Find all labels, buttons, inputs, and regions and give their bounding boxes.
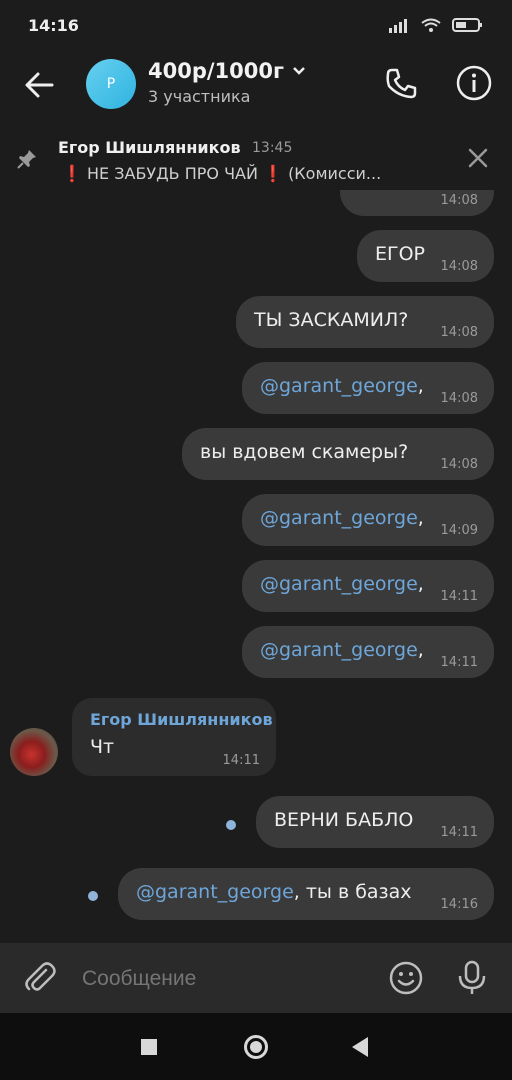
composer-bar (0, 943, 512, 1013)
battery-icon (452, 18, 482, 32)
unread-indicator (88, 891, 98, 901)
pinned-author: Егор Шишлянников (58, 138, 241, 157)
message-outgoing[interactable]: вы вдовем скамеры? 14:08 (182, 428, 494, 480)
message-outgoing[interactable]: @garant_george, 14:11 (242, 626, 494, 678)
message-time: 14:08 (440, 457, 478, 472)
chat-title: 400р/1000г (148, 59, 284, 83)
unread-indicator (226, 820, 236, 830)
message-text: , ты в базах (293, 881, 412, 903)
emoji-icon[interactable] (388, 960, 424, 996)
status-icons (388, 17, 484, 33)
message-text: , (417, 573, 424, 595)
wifi-icon (421, 18, 441, 32)
sender-avatar[interactable] (10, 728, 58, 776)
message-time: 14:16 (440, 897, 478, 912)
pinned-time: 13:45 (252, 140, 293, 156)
message-time: 14:09 (440, 523, 478, 538)
message-time: 14:08 (440, 391, 478, 406)
message-text: , (417, 639, 424, 661)
home-icon[interactable] (244, 1035, 268, 1059)
message-outgoing[interactable]: @garant_george, ты в базах 14:16 (118, 868, 494, 920)
message-outgoing[interactable]: @garant_george, 14:08 (242, 362, 494, 414)
chat-header: P 400р/1000г 3 участника (0, 50, 512, 122)
message-time: 14:08 (440, 259, 478, 274)
close-icon[interactable] (466, 146, 490, 170)
mention-link[interactable]: @garant_george (136, 881, 294, 903)
microphone-icon[interactable] (454, 959, 490, 997)
paperclip-icon[interactable] (22, 960, 58, 996)
pin-icon (17, 150, 36, 169)
status-time: 14:16 (28, 15, 79, 35)
message-time: 14:11 (222, 753, 260, 768)
message-text: вы вдовем скамеры? (200, 441, 409, 463)
info-icon[interactable] (456, 65, 492, 101)
message-input[interactable] (80, 961, 374, 997)
sender-name[interactable]: Егор Шишлянников (90, 710, 273, 729)
message-text: ТЫ ЗАСКАМИЛ? (254, 309, 409, 331)
message-text: ВЕРНИ БАБЛО (274, 809, 414, 831)
message-time: 14:11 (440, 825, 478, 840)
chevron-down-icon (293, 67, 305, 75)
mention-link[interactable]: @garant_george (260, 507, 418, 529)
message-outgoing[interactable]: @garant_george, 14:11 (242, 560, 494, 612)
mention-link[interactable]: @garant_george (260, 573, 418, 595)
recents-icon[interactable] (141, 1039, 157, 1055)
message-time: 14:11 (440, 589, 478, 604)
message-text: , (417, 507, 424, 529)
back-arrow-icon[interactable] (22, 68, 56, 102)
status-bar: 14:16 (0, 0, 512, 50)
message-text: Чт (90, 736, 115, 758)
message-outgoing[interactable]: @garant_george, 14:09 (242, 494, 494, 546)
message-time: 14:11 (440, 655, 478, 670)
pinned-text: ❗ НЕ ЗАБУДЬ ПРО ЧАЙ ❗ (Комисси... (62, 164, 382, 183)
system-nav-bar (0, 1013, 512, 1080)
chat-subtitle: 3 участника (148, 87, 251, 106)
message-outgoing[interactable]: ВЕРНИ БАБЛО 14:11 (256, 796, 494, 848)
mention-link[interactable]: @garant_george (260, 639, 418, 661)
mention-link[interactable]: @garant_george (260, 375, 418, 397)
group-avatar-letter: P (106, 76, 116, 92)
nav-back-icon[interactable] (352, 1037, 368, 1057)
message-text: ЕГОР (375, 243, 426, 265)
chat-title-button[interactable]: 400р/1000г (148, 59, 306, 83)
message-incoming[interactable]: Егор Шишлянников Чт 14:11 (72, 698, 276, 776)
message-time: 14:08 (440, 193, 478, 208)
message-time: 14:08 (440, 325, 478, 340)
signal-icon (389, 19, 407, 33)
message-outgoing[interactable]: ТЫ ЗАСКАМИЛ? 14:08 (236, 296, 494, 348)
pinned-message[interactable]: Егор Шишлянников 13:45 ❗ НЕ ЗАБУДЬ ПРО Ч… (0, 128, 512, 190)
message-outgoing[interactable]: ЕГОР 14:08 (357, 230, 494, 282)
phone-icon[interactable] (384, 66, 418, 100)
group-avatar[interactable]: P (86, 59, 136, 109)
message-text: , (417, 375, 424, 397)
